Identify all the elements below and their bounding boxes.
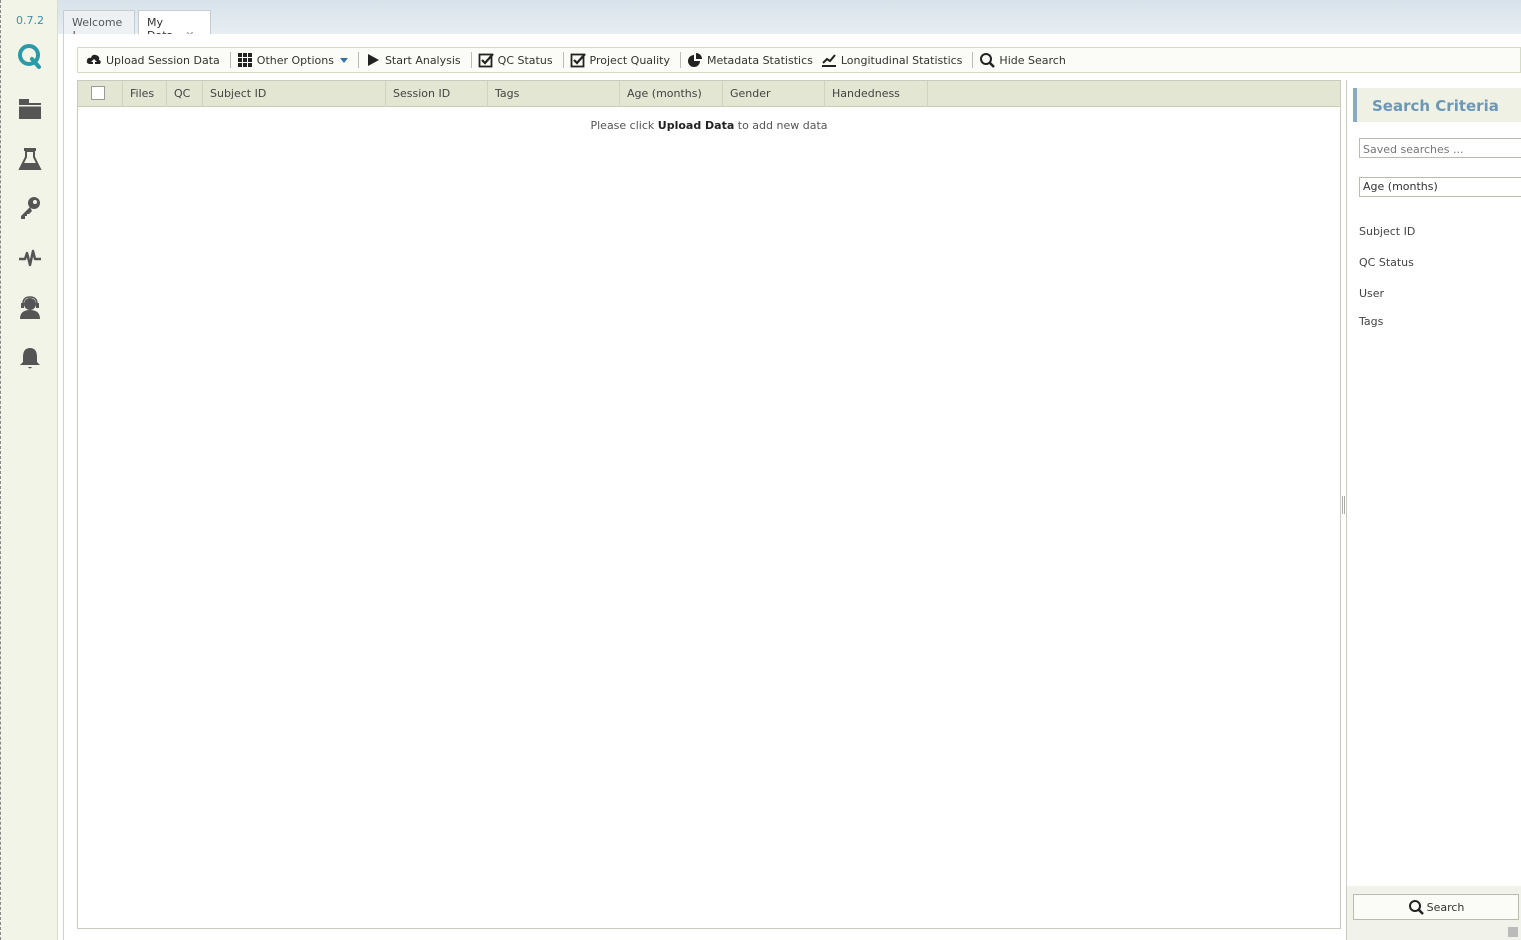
search-field-user[interactable]: User <box>1359 287 1384 300</box>
chevron-down-icon <box>339 57 348 63</box>
toolbar-divider <box>229 52 231 68</box>
other-options-label: Other Options <box>256 53 334 67</box>
select-all-checkbox[interactable] <box>91 86 105 100</box>
grid-icon <box>237 53 252 67</box>
bell-icon[interactable] <box>16 344 44 372</box>
support-icon[interactable] <box>16 294 44 322</box>
toolbar-divider <box>679 52 681 68</box>
start-analysis-button[interactable]: Start Analysis <box>363 49 467 71</box>
project-quality-label: Project Quality <box>589 53 670 67</box>
column-header-age[interactable]: Age (months) <box>620 81 723 107</box>
tab-bar: Welcome ! My Data✕ <box>58 0 1521 42</box>
column-header-tags[interactable]: Tags <box>488 81 620 107</box>
pie-chart-icon <box>687 53 702 67</box>
search-field-qc-status[interactable]: QC Status <box>1359 256 1414 269</box>
upload-label: Upload Session Data <box>106 53 220 67</box>
logo-q-icon[interactable] <box>16 42 44 70</box>
version-label: 0.7.2 <box>16 14 44 27</box>
search-field-subject-id[interactable]: Subject ID <box>1359 225 1415 238</box>
toolbar-divider <box>562 52 564 68</box>
other-options-button[interactable]: Other Options <box>235 49 354 71</box>
column-header-subject-id[interactable]: Subject ID <box>203 81 386 107</box>
flask-icon[interactable] <box>16 145 44 173</box>
data-grid: Files QC Subject ID Session ID Tags Age … <box>77 80 1341 929</box>
left-sidebar: 0.7.2 <box>0 0 58 940</box>
hide-search-label: Hide Search <box>999 53 1066 67</box>
project-quality-button[interactable]: Project Quality <box>568 49 676 71</box>
column-header-files[interactable]: Files <box>123 81 167 107</box>
longitudinal-statistics-label: Longitudinal Statistics <box>840 53 963 67</box>
search-field-tags[interactable]: Tags <box>1359 315 1383 328</box>
play-icon <box>367 54 379 66</box>
column-header-session-id[interactable]: Session ID <box>386 81 488 107</box>
search-button-label: Search <box>1426 900 1465 914</box>
checkbox-icon <box>478 53 494 68</box>
age-field-select[interactable]: Age (months) <box>1359 177 1521 197</box>
pulse-icon[interactable] <box>16 244 44 272</box>
qc-status-button[interactable]: QC Status <box>476 49 559 71</box>
empty-message-suffix: to add new data <box>734 119 828 132</box>
toolbar-divider <box>470 52 472 68</box>
qc-status-label: QC Status <box>497 53 553 67</box>
column-header-qc[interactable]: QC <box>167 81 203 107</box>
select-all-column <box>78 81 123 107</box>
toolbar-divider <box>357 52 359 68</box>
tab-my-data[interactable]: My Data✕ <box>138 10 211 42</box>
line-chart-icon <box>821 54 836 67</box>
tab-welcome[interactable]: Welcome ! <box>63 10 135 42</box>
toolbar-divider <box>972 52 974 68</box>
hide-search-button[interactable]: Hide Search <box>977 49 1071 71</box>
column-header-gender[interactable]: Gender <box>723 81 825 107</box>
checkbox-icon <box>570 53 586 68</box>
folder-icon[interactable] <box>16 95 44 123</box>
empty-message-bold: Upload Data <box>657 119 735 132</box>
longitudinal-statistics-button[interactable]: Longitudinal Statistics <box>819 49 969 71</box>
empty-message-prefix: Please click <box>590 119 658 132</box>
search-button[interactable]: Search <box>1353 894 1519 920</box>
metadata-statistics-button[interactable]: Metadata Statistics <box>685 49 819 71</box>
search-icon <box>980 53 996 68</box>
saved-searches-input[interactable] <box>1359 138 1521 158</box>
resize-grip[interactable] <box>1508 927 1518 937</box>
column-header-handedness[interactable]: Handedness <box>825 81 928 107</box>
empty-grid-message: Please click Upload Data to add new data <box>78 119 1340 132</box>
search-panel: Search Criteria Age (months) Subject ID … <box>1346 80 1521 940</box>
search-icon <box>1408 900 1424 915</box>
metadata-statistics-label: Metadata Statistics <box>706 53 813 67</box>
cloud-upload-icon <box>86 54 101 67</box>
upload-session-data-button[interactable]: Upload Session Data <box>84 49 226 71</box>
start-analysis-label: Start Analysis <box>384 53 461 67</box>
toolbar: Upload Session Data Other Options Start … <box>77 47 1521 73</box>
search-criteria-title: Search Criteria <box>1353 88 1521 122</box>
grid-header: Files QC Subject ID Session ID Tags Age … <box>78 81 1340 107</box>
key-icon[interactable] <box>16 194 44 222</box>
panel-splitter[interactable] <box>1342 496 1345 514</box>
